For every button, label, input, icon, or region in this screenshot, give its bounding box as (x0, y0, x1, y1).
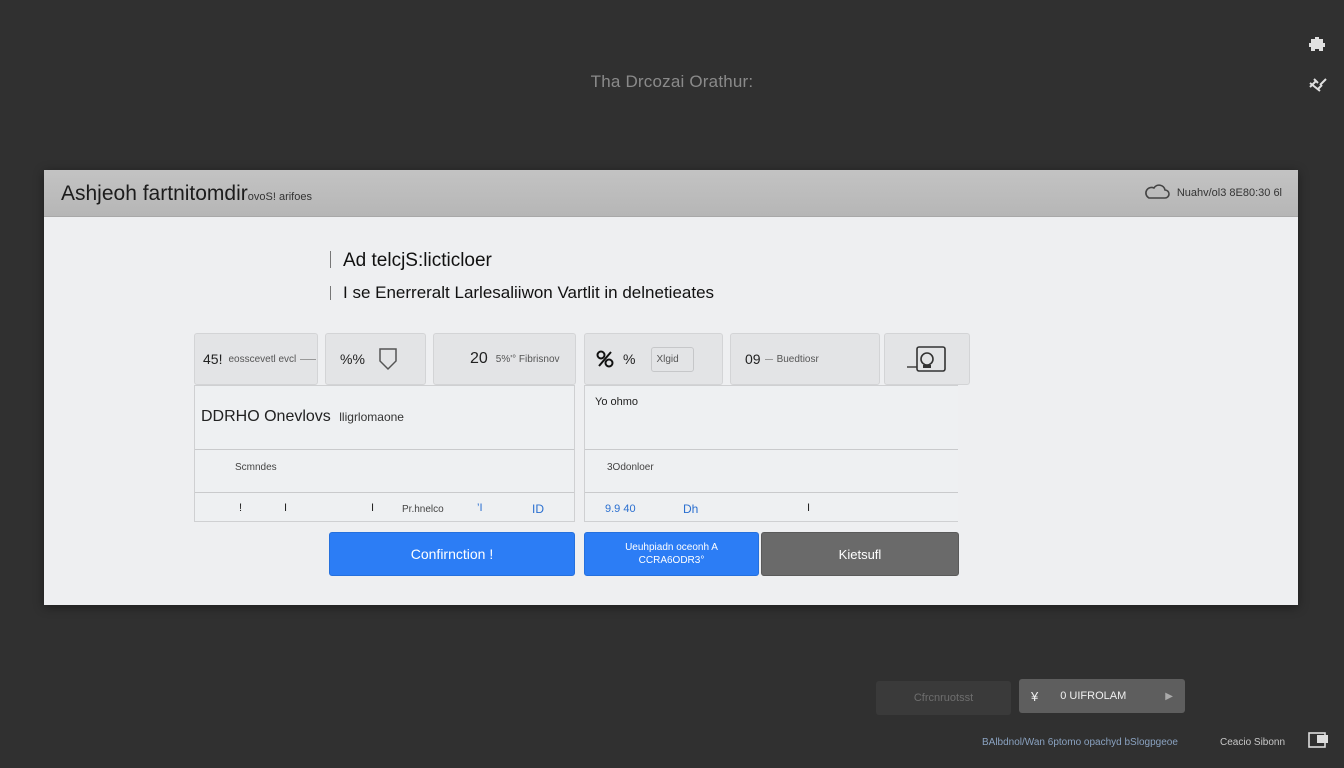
dialog-heading: Ad telcjS:licticloer (330, 250, 492, 272)
footer-cell[interactable]: Dh (683, 502, 698, 516)
stat-value: 45! (203, 351, 223, 367)
bottom-button-right-label: 0 UIFROLAM (1060, 690, 1127, 702)
percent-icon (596, 350, 614, 368)
currency-icon: ¥ (1031, 688, 1039, 704)
dialog-header: Ashjeoh fartnitomdirovoS! arifoes Nuahv/… (44, 170, 1298, 217)
stat-tile-2[interactable]: %% (325, 333, 426, 385)
down-arrow-icon (379, 348, 397, 371)
dialog-title-suffix: ovoS! arifoes (247, 191, 312, 203)
stat-value: %% (340, 351, 365, 367)
divider (585, 492, 958, 493)
dialog-title: Ashjeoh fartnitomdirovoS! arifoes (61, 182, 312, 206)
footer-cell: I (284, 502, 288, 514)
link-icon[interactable] (1306, 74, 1330, 94)
subheading-text: I se Enerreralt Larlesaliiwon Vartlit in… (343, 283, 715, 302)
confirm-button[interactable]: Confirnction ! (329, 532, 575, 576)
secondary-button-line1: Ueuhpiadn oceonh A (625, 542, 718, 553)
stat-tile-6[interactable] (884, 333, 970, 385)
stat-label: 5%'° Fibrisnov (495, 353, 560, 365)
stat-value: 20 (470, 350, 488, 367)
dialog-status: Nuahv/ol3 8E80:30 6l (1143, 184, 1282, 202)
drive-icon (907, 346, 946, 372)
stat-label: Buedtiosr (776, 353, 819, 365)
cloud-icon (1144, 184, 1170, 199)
left-panel: DDRHO Onevlovs lligrlomaone Scmndes ! I … (194, 385, 575, 522)
divider (195, 492, 574, 493)
heading-text: Ad telcjS:licticloer (343, 250, 492, 271)
stat-tile-3[interactable]: 20 5%'° Fibrisnov (433, 333, 576, 385)
status-text: Nuahv/ol3 8E80:30 6l (1176, 187, 1282, 199)
stat-label: Xlgid (651, 346, 694, 372)
footer-cell: Pr.hnelco (402, 504, 444, 515)
heading-marker (330, 251, 331, 268)
secondary-button[interactable]: Ueuhpiadn oceonh A CCRA6ODR3° (584, 532, 759, 576)
stat-label: eosscevetl evcl (228, 353, 297, 365)
stat-value: 09 (745, 351, 761, 367)
footer-id[interactable]: ID (532, 502, 544, 516)
status-bar-right: Ceacio Sibonn (1220, 737, 1286, 748)
footer-cell: ! (239, 502, 243, 514)
left-panel-row[interactable]: Scmndes (235, 462, 277, 473)
stat-divider (300, 358, 317, 360)
footer-cell: I (807, 502, 811, 514)
right-panel: Yo ohmo 3Odonloer 9.9 40 Dh I (584, 385, 958, 522)
stat-tile-1[interactable]: 45! eosscevetl evcl (194, 333, 318, 385)
app-title: Tha Drcozai Orathur: (590, 72, 754, 91)
secondary-button-line2: CCRA6ODR3° (638, 555, 705, 566)
right-panel-row: Yo ohmo (595, 396, 639, 408)
left-panel-title-suffix: lligrlomaone (339, 410, 404, 424)
left-panel-title: DDRHO Onevlovs lligrlomaone (201, 408, 404, 426)
dialog-title-text: Ashjeoh fartnitomdir (61, 182, 248, 205)
puzzle-icon[interactable] (1306, 34, 1330, 54)
panel-icon[interactable] (1308, 732, 1330, 753)
dialog: Ashjeoh fartnitomdirovoS! arifoes Nuahv/… (44, 170, 1298, 605)
divider (195, 449, 574, 450)
stat-tile-5[interactable]: 09 Buedtiosr (730, 333, 880, 385)
chevron-right-icon: ▶ (1165, 690, 1173, 702)
dialog-subheading: I se Enerreralt Larlesaliiwon Vartlit in… (330, 283, 714, 303)
stat-value: % (623, 351, 636, 367)
footer-cell: 9.9 40 (605, 503, 636, 515)
status-bar-text: BAlbdnol/Wan 6ptomo opachyd bSlogpgeoe (982, 737, 1178, 748)
right-panel-row[interactable]: 3Odonloer (607, 462, 654, 473)
footer-cell: ’I (477, 502, 483, 514)
bottom-button-right[interactable]: ¥ 0 UIFROLAM ▶ (1019, 679, 1185, 713)
bottom-button-left[interactable]: Cfrcnruotsst (876, 681, 1011, 715)
stat-divider (764, 358, 773, 360)
footer-cell: I (371, 502, 375, 514)
stat-tile-4[interactable]: % Xlgid (584, 333, 723, 385)
left-panel-title-text: DDRHO Onevlovs (201, 408, 331, 425)
subheading-marker (330, 286, 331, 300)
cancel-button[interactable]: Kietsufl (761, 532, 959, 576)
divider (585, 449, 958, 450)
